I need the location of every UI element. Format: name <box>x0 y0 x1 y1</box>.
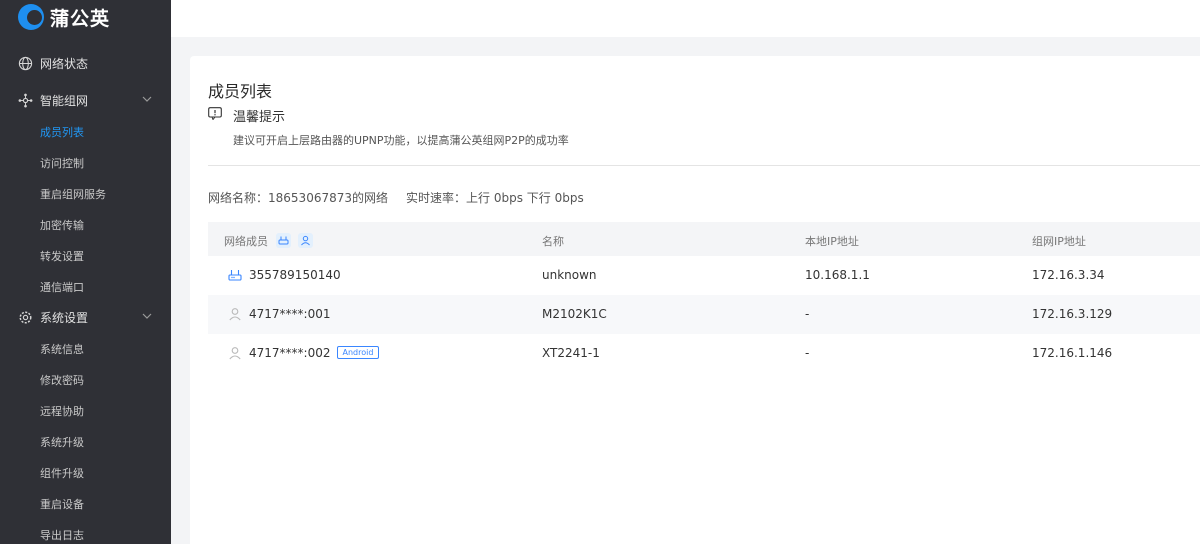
sidebar-group-label: 智能组网 <box>40 94 89 108</box>
sidebar-item-communication-port[interactable]: 通信端口 <box>0 271 171 302</box>
divider <box>208 165 1200 166</box>
speed-label: 实时速率： <box>406 191 467 205</box>
dandelion-logo-icon <box>18 4 44 30</box>
chevron-down-icon <box>142 313 152 319</box>
sidebar-item-member-list[interactable]: 成员列表 <box>0 116 171 147</box>
notice-icon <box>208 107 222 120</box>
user-icon <box>229 308 241 321</box>
column-header-name: 名称 <box>542 235 564 248</box>
sidebar-item-export-logs[interactable]: 导出日志 <box>0 519 171 544</box>
local-ip: - <box>805 307 810 321</box>
column-header-local-ip: 本地IP地址 <box>805 235 859 248</box>
sidebar-group-smart-network[interactable]: 智能组网 <box>0 85 171 116</box>
vpn-ip: 172.16.3.34 <box>1032 268 1105 282</box>
column-header-label: 网络成员 <box>224 235 268 248</box>
sidebar: 蒲公英 网络状态 智能组网 成员列表 访问控制 重启组网服务 加密传输 转发设置… <box>0 0 171 544</box>
table-header: 网络成员 名称 本地IP地址 组网IP地址 <box>208 222 1200 256</box>
column-header-member: 网络成员 <box>224 232 313 250</box>
member-id: 355789150140 <box>249 268 341 282</box>
sidebar-menu: 网络状态 智能组网 成员列表 访问控制 重启组网服务 加密传输 转发设置 通信端… <box>0 48 171 544</box>
sidebar-item-restart-network-service[interactable]: 重启组网服务 <box>0 178 171 209</box>
chevron-down-icon <box>142 96 152 102</box>
tip-text: 建议可开启上层路由器的UPNP功能，以提高蒲公英组网P2P的成功率 <box>233 134 569 147</box>
sidebar-group-label: 系统设置 <box>40 311 89 325</box>
table-row[interactable]: 4717****:002 Android XT2241-1 - 172.16.1.… <box>208 334 1200 373</box>
router-icon <box>228 270 242 281</box>
device-name: M2102K1C <box>542 307 607 321</box>
table-row[interactable]: 4717****:001 M2102K1C - 172.16.3.129 <box>208 295 1200 334</box>
column-header-vpn-ip: 组网IP地址 <box>1032 235 1086 248</box>
sidebar-item-remote-assist[interactable]: 远程协助 <box>0 395 171 426</box>
local-ip: - <box>805 346 810 360</box>
network-info: 网络名称：18653067873的网络 实时速率：上行 0bps 下行 0bps <box>208 189 584 206</box>
member-id: 4717****:001 <box>249 307 331 321</box>
member-id-cell: 4717****:002 Android <box>249 346 380 360</box>
top-bar <box>171 0 1200 37</box>
sidebar-item-label: 网络状态 <box>40 57 89 71</box>
sidebar-item-access-control[interactable]: 访问控制 <box>0 147 171 178</box>
globe-icon <box>18 56 33 71</box>
sidebar-item-encrypted-transfer[interactable]: 加密传输 <box>0 209 171 240</box>
filter-router-icon[interactable] <box>275 232 291 248</box>
speed-value: 上行 0bps 下行 0bps <box>466 191 584 205</box>
network-name-value: 18653067873的网络 <box>268 191 388 205</box>
network-name-label: 网络名称： <box>208 191 269 205</box>
local-ip: 10.168.1.1 <box>805 268 870 282</box>
sidebar-item-system-info[interactable]: 系统信息 <box>0 333 171 364</box>
sidebar-item-network-status[interactable]: 网络状态 <box>0 48 171 79</box>
device-name: unknown <box>542 268 597 282</box>
vpn-ip: 172.16.1.146 <box>1032 346 1113 360</box>
user-icon <box>229 347 241 360</box>
sidebar-group-system-settings[interactable]: 系统设置 <box>0 302 171 333</box>
sidebar-item-reboot-device[interactable]: 重启设备 <box>0 488 171 519</box>
page-title: 成员列表 <box>208 82 273 101</box>
filter-user-icon[interactable] <box>298 232 313 248</box>
content-card: 成员列表 温馨提示 建议可开启上层路由器的UPNP功能，以提高蒲公英组网P2P的… <box>190 56 1200 544</box>
gear-icon <box>18 310 33 325</box>
network-icon <box>18 93 33 108</box>
logo: 蒲公英 <box>0 0 171 34</box>
table-row[interactable]: 355789150140 unknown 10.168.1.1 172.16.3… <box>208 256 1200 295</box>
os-badge: Android <box>336 346 380 359</box>
sidebar-item-component-upgrade[interactable]: 组件升级 <box>0 457 171 488</box>
member-id: 4717****:002 <box>249 346 331 360</box>
sidebar-item-system-upgrade[interactable]: 系统升级 <box>0 426 171 457</box>
sidebar-item-forwarding-settings[interactable]: 转发设置 <box>0 240 171 271</box>
device-name: XT2241-1 <box>542 346 600 360</box>
brand-name: 蒲公英 <box>50 7 111 30</box>
vpn-ip: 172.16.3.129 <box>1032 307 1113 321</box>
sidebar-item-change-password[interactable]: 修改密码 <box>0 364 171 395</box>
tip-title: 温馨提示 <box>233 110 286 125</box>
